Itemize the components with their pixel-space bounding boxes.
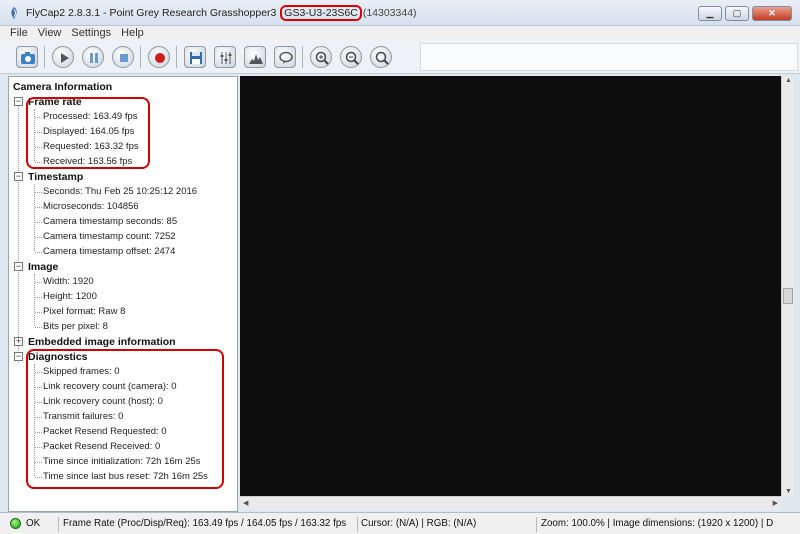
status-bar: OK Frame Rate (Proc/Disp/Req): 163.49 fp…	[0, 512, 800, 534]
toolbar-spacer	[420, 43, 798, 71]
zoom-100-icon	[375, 51, 389, 65]
zoom-100-button[interactable]	[370, 46, 392, 68]
collapse-icon[interactable]: −	[14, 262, 23, 271]
start-button[interactable]	[52, 46, 74, 68]
timestamp-seconds: Seconds: Thu Feb 25 10:25:12 2016	[43, 186, 198, 197]
image-height: Height: 1200	[43, 291, 97, 302]
close-button[interactable]: ✕	[752, 6, 792, 21]
window-title-model: GS3-U3-23S6C	[280, 5, 362, 21]
scroll-down-icon[interactable]: ▼	[785, 488, 792, 495]
scroll-left-icon[interactable]: ◀	[243, 499, 248, 507]
histogram-icon	[249, 54, 263, 64]
event-stats-button[interactable]	[274, 46, 296, 68]
camera-timestamp-offset: Camera timestamp offset: 2474	[43, 246, 176, 257]
record-button[interactable]	[148, 46, 170, 68]
camera-settings-button[interactable]	[214, 46, 236, 68]
title-bar: FlyCap2 2.8.3.1 - Point Grey Research Gr…	[0, 0, 800, 26]
status-ok: OK	[26, 517, 59, 532]
window-title-prefix: FlyCap2 2.8.3.1 - Point Grey Research Gr…	[26, 7, 280, 19]
zoom-out-icon	[345, 51, 359, 65]
expand-icon[interactable]: +	[14, 337, 23, 346]
camera-icon	[21, 52, 35, 64]
minimize-button[interactable]: ▁	[698, 6, 722, 21]
histogram-button[interactable]	[244, 46, 266, 68]
scroll-right-icon[interactable]: ▶	[773, 499, 778, 507]
collapse-icon[interactable]: −	[14, 172, 23, 181]
menu-view[interactable]: View	[38, 26, 62, 40]
speech-bubble-icon	[279, 51, 293, 64]
collapse-icon[interactable]: −	[14, 352, 23, 361]
menu-file[interactable]: File	[10, 26, 28, 40]
camera-timestamp-count: Camera timestamp count: 7252	[43, 231, 176, 242]
tree-root-label: Camera Information	[13, 81, 113, 93]
pause-button[interactable]	[82, 46, 104, 68]
image-bits-per-pixel: Bits per pixel: 8	[43, 321, 108, 332]
group-label: Image	[28, 261, 59, 273]
camera-select-button[interactable]	[16, 46, 38, 68]
timestamp-microseconds: Microseconds: 104856	[43, 201, 139, 212]
diagnostics-highlight-box	[26, 349, 224, 489]
status-frame-rate: Frame Rate (Proc/Disp/Req): 163.49 fps /…	[63, 517, 358, 532]
sliders-icon	[220, 52, 232, 64]
camera-timestamp-seconds: Camera timestamp seconds: 85	[43, 216, 178, 227]
window-title: FlyCap2 2.8.3.1 - Point Grey Research Gr…	[26, 5, 417, 21]
tree-trunk-line	[18, 101, 19, 363]
maximize-button[interactable]: ▢	[725, 6, 749, 21]
save-icon	[190, 52, 202, 64]
flycap-app-icon	[11, 7, 17, 19]
group-label: Embedded image information	[28, 336, 176, 348]
stop-icon	[120, 54, 128, 62]
menu-bar: File View Settings Help	[0, 26, 800, 40]
frame-rate-highlight-box	[26, 97, 150, 169]
menu-help[interactable]: Help	[121, 26, 144, 40]
toolbar	[0, 40, 800, 74]
image-pixel-format: Pixel format: Raw 8	[43, 306, 126, 317]
collapse-icon[interactable]: −	[14, 97, 23, 106]
pause-icon	[90, 53, 98, 63]
menu-settings[interactable]: Settings	[71, 26, 111, 40]
status-led-icon	[10, 518, 21, 529]
play-icon	[61, 53, 69, 63]
zoom-out-button[interactable]	[340, 46, 362, 68]
group-label: Timestamp	[28, 171, 84, 183]
zoom-in-icon	[315, 51, 329, 65]
camera-info-tree[interactable]: Camera Information − Frame rate Processe…	[8, 76, 238, 512]
status-cursor-rgb: Cursor: (N/A) | RGB: (N/A)	[361, 517, 537, 532]
record-icon	[155, 53, 165, 63]
vertical-scroll-thumb[interactable]	[783, 288, 793, 304]
scroll-up-icon[interactable]: ▲	[785, 77, 792, 84]
camera-image-view[interactable]	[240, 76, 781, 496]
window-title-serial: (14303344)	[362, 7, 417, 19]
horizontal-scrollbar[interactable]: ◀ ▶	[240, 496, 781, 510]
vertical-scrollbar[interactable]: ▲ ▼	[781, 76, 794, 496]
status-zoom-dimensions: Zoom: 100.0% | Image dimensions: (1920 x…	[541, 518, 774, 529]
image-width: Width: 1920	[43, 276, 94, 287]
zoom-in-button[interactable]	[310, 46, 332, 68]
save-button[interactable]	[184, 46, 206, 68]
stop-button[interactable]	[112, 46, 134, 68]
